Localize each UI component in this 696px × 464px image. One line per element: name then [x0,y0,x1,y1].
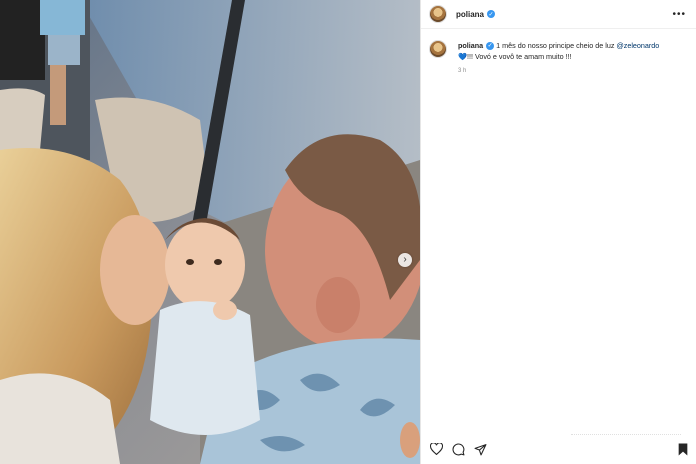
send-icon [474,443,486,455]
caption-mention-link[interactable]: @zeleonardo [616,41,659,50]
bookmark-icon [678,443,688,455]
share-button[interactable] [473,442,487,456]
divider-line [571,434,681,435]
like-button[interactable] [429,442,443,456]
chevron-right-icon: › [403,254,407,265]
post-photo: › [0,0,420,464]
verified-badge-icon: ✓ [487,10,496,18]
heart-icon [429,443,443,455]
header-username[interactable]: poliana [456,10,484,19]
verified-badge-icon: ✓ [486,42,495,51]
comment-button[interactable] [451,442,465,456]
photo-illustration [0,0,420,464]
caption-username[interactable]: poliana [458,41,483,50]
caption-avatar[interactable] [429,40,447,58]
caption-body: poliana ✓ 1 mês do nosso principe cheio d… [458,40,680,77]
blue-heart-emoji: 💙 [458,52,467,61]
more-options-icon[interactable]: ••• [672,9,686,20]
save-button[interactable] [676,442,690,456]
next-photo-button[interactable]: › [398,253,412,267]
post-header: poliana ✓ ••• [421,0,696,29]
caption-text-1: 1 mês do nosso principe cheio de luz [494,41,617,50]
caption-text-2: !!! Vovó e vovô te amam muito !!! [466,52,572,61]
caption: poliana ✓ 1 mês do nosso principe cheio d… [429,40,691,77]
post-timestamp[interactable]: 3 h [458,66,680,77]
post-sidebar: poliana ✓ ••• poliana ✓ 1 mês do nosso pr… [421,0,696,464]
avatar[interactable] [429,5,447,23]
action-bar [421,436,696,462]
comment-icon [452,443,464,455]
